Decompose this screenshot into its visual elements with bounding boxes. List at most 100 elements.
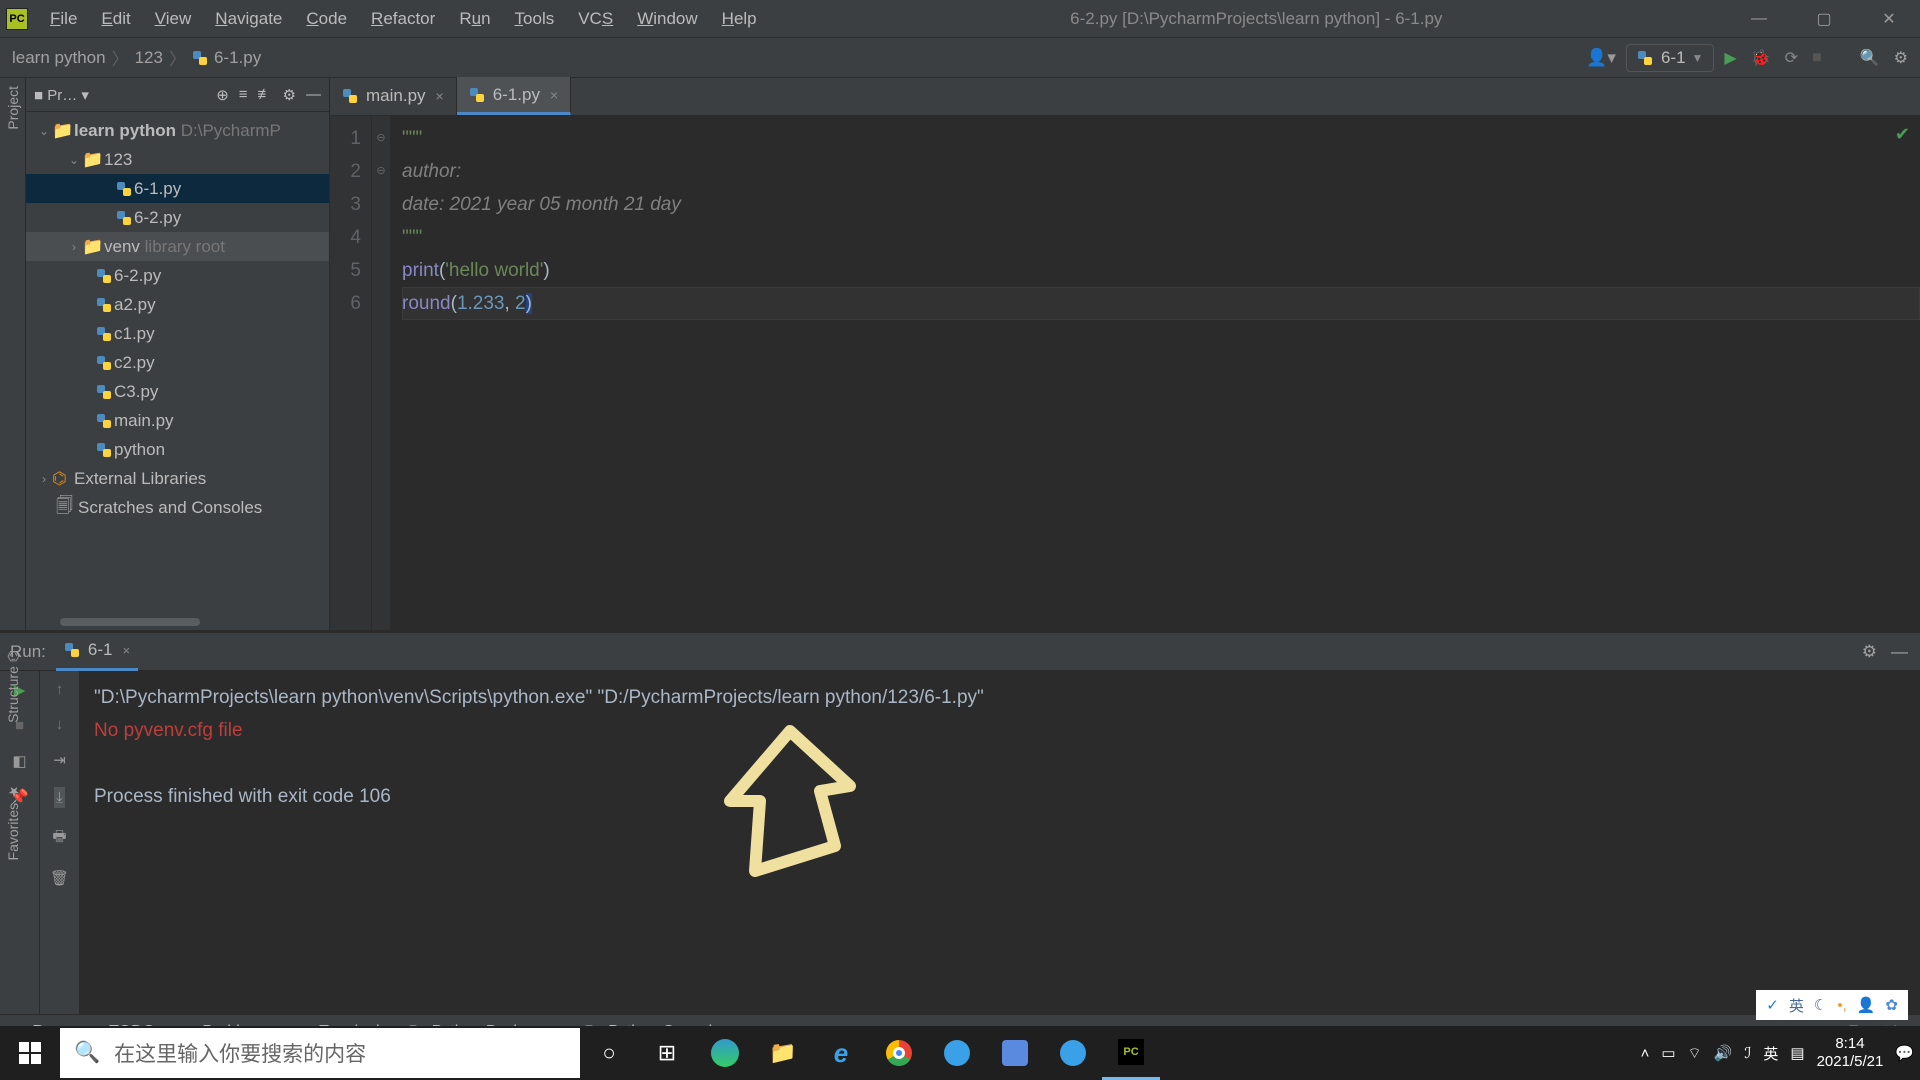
panel-settings-icon[interactable]: ⚙: [283, 86, 296, 104]
code-content[interactable]: """ author: date: 2021 year 05 month 21 …: [390, 116, 1920, 630]
ime-lang[interactable]: 英: [1789, 995, 1804, 1016]
tab-6-1-py[interactable]: 6-1.py×: [457, 77, 571, 115]
tree-file-6-1[interactable]: 6-1.py: [26, 174, 329, 203]
tree-project-root[interactable]: ⌄📁learn python D:\PycharmP: [26, 116, 329, 145]
project-tree[interactable]: ⌄📁learn python D:\PycharmP ⌄📁123 6-1.py …: [26, 112, 329, 526]
run-config-selector[interactable]: 6-1 ▼: [1626, 44, 1714, 72]
taskbar-ie-icon[interactable]: e: [812, 1026, 870, 1080]
ime-dot-icon[interactable]: •,: [1837, 997, 1846, 1014]
menu-file[interactable]: File: [38, 5, 89, 33]
tray-clock[interactable]: 8:14 2021/5/21: [1817, 1035, 1884, 1071]
tree-external-libs[interactable]: ›⌬External Libraries: [26, 464, 329, 493]
scroll-end-icon[interactable]: ⤓: [54, 787, 65, 808]
structure-tool-button[interactable]: Structure ⌬: [5, 650, 21, 723]
expand-icon[interactable]: ≡: [239, 86, 248, 104]
locate-icon[interactable]: ⊕: [216, 86, 229, 104]
menu-window[interactable]: Window: [625, 5, 709, 33]
tray-volume-icon[interactable]: 🔊: [1714, 1044, 1733, 1062]
crumb-file[interactable]: 6-1.py: [214, 48, 261, 68]
tree-file[interactable]: c2.py: [26, 348, 329, 377]
taskbar-pycharm-icon[interactable]: PC: [1102, 1026, 1160, 1080]
taskbar-taskview-icon[interactable]: ⊞: [638, 1026, 696, 1080]
tree-file[interactable]: main.py: [26, 406, 329, 435]
taskbar-app3-icon[interactable]: [1044, 1026, 1102, 1080]
close-tab-icon[interactable]: ×: [550, 87, 558, 103]
trash-icon[interactable]: 🗑: [50, 869, 69, 887]
tray-action-center-icon[interactable]: 💬: [1895, 1044, 1914, 1062]
tree-file[interactable]: c1.py: [26, 319, 329, 348]
taskbar-cortana-icon[interactable]: ○: [580, 1026, 638, 1080]
line-number-gutter: 123456: [330, 116, 372, 630]
tray-lang[interactable]: 英: [1763, 1043, 1778, 1064]
run-tab-6-1[interactable]: 6-1×: [56, 633, 138, 671]
debug-icon[interactable]: 🐞: [1751, 48, 1771, 68]
print-icon[interactable]: 🖶: [52, 826, 66, 851]
search-icon[interactable]: 🔍: [1860, 48, 1880, 68]
crumb-folder[interactable]: 123: [135, 48, 163, 68]
maximize-button[interactable]: ▢: [1809, 7, 1839, 31]
taskbar-app1-icon[interactable]: [928, 1026, 986, 1080]
tree-scratches[interactable]: 🗐Scratches and Consoles: [26, 493, 329, 522]
tree-folder-123[interactable]: ⌄📁123: [26, 145, 329, 174]
ime-check-icon[interactable]: ✓: [1766, 996, 1779, 1014]
code-editor[interactable]: 123456 ⊖⊖ """ author: date: 2021 year 05…: [330, 116, 1920, 630]
tray-ime-icon[interactable]: ℐ: [1744, 1044, 1751, 1062]
project-h-scrollbar[interactable]: [60, 618, 325, 626]
breadcrumb[interactable]: learn python 〉 123 〉 6-1.py: [12, 45, 261, 70]
ime-moon-icon[interactable]: ☾: [1814, 996, 1827, 1014]
tree-file[interactable]: 6-2.py: [26, 261, 329, 290]
down-stack-icon[interactable]: ↓: [56, 716, 64, 733]
hide-panel-icon[interactable]: —: [306, 86, 321, 104]
tree-file[interactable]: a2.py: [26, 290, 329, 319]
up-stack-icon[interactable]: ↑: [56, 681, 64, 698]
tray-battery-icon[interactable]: ▭: [1661, 1044, 1675, 1062]
close-button[interactable]: ✕: [1874, 7, 1904, 31]
taskbar-chrome-icon[interactable]: [870, 1026, 928, 1080]
tree-file[interactable]: python: [26, 435, 329, 464]
ime-user-icon[interactable]: 👤: [1857, 996, 1876, 1014]
menu-navigate[interactable]: Navigate: [203, 5, 294, 33]
taskbar-search[interactable]: 🔍 在这里输入你要搜索的内容: [60, 1028, 580, 1078]
run-icon[interactable]: ▶: [1724, 48, 1736, 68]
start-button[interactable]: [0, 1026, 60, 1080]
tray-chevron-icon[interactable]: ˄: [1641, 1045, 1650, 1062]
run-settings-icon[interactable]: ⚙: [1862, 642, 1877, 662]
taskbar-explorer-icon[interactable]: 📁: [754, 1026, 812, 1080]
main-menu: File Edit View Navigate Code Refactor Ru…: [38, 5, 769, 33]
crumb-project[interactable]: learn python: [12, 48, 106, 68]
tree-venv[interactable]: ›📁venv library root: [26, 232, 329, 261]
project-tool-button[interactable]: Project: [5, 86, 21, 130]
menu-tools[interactable]: Tools: [503, 5, 567, 33]
ime-toolbar[interactable]: ✓ 英 ☾ •, 👤 ✿: [1756, 990, 1908, 1020]
menu-view[interactable]: View: [143, 5, 204, 33]
hide-run-icon[interactable]: —: [1891, 642, 1908, 662]
run-coverage-icon[interactable]: ⟳: [1785, 48, 1798, 68]
menu-vcs[interactable]: VCS: [566, 5, 625, 33]
tree-file[interactable]: C3.py: [26, 377, 329, 406]
menu-help[interactable]: Help: [710, 5, 769, 33]
console-output[interactable]: "D:\PycharmProjects\learn python\venv\Sc…: [80, 671, 1920, 1014]
settings-icon[interactable]: ⚙: [1894, 48, 1908, 68]
close-run-tab-icon[interactable]: ×: [123, 643, 131, 658]
close-tab-icon[interactable]: ×: [436, 88, 444, 104]
taskbar-app2-icon[interactable]: [986, 1026, 1044, 1080]
tree-file-6-2[interactable]: 6-2.py: [26, 203, 329, 232]
project-view-selector[interactable]: ■ Pr… ▾: [34, 86, 89, 104]
menu-code[interactable]: Code: [294, 5, 359, 33]
favorites-tool-button[interactable]: Favorites ★: [5, 783, 21, 860]
stop-icon[interactable]: ■: [1812, 49, 1822, 67]
collapse-icon[interactable]: ≢: [258, 86, 273, 104]
taskbar-edge-icon[interactable]: [696, 1026, 754, 1080]
soft-wrap-icon[interactable]: ⇥: [53, 751, 66, 769]
tray-notifications-icon[interactable]: ▤: [1790, 1044, 1804, 1062]
inspection-ok-icon[interactable]: ✔: [1895, 124, 1910, 145]
tab-main-py[interactable]: main.py×: [330, 77, 457, 115]
fold-gutter[interactable]: ⊖⊖: [372, 116, 390, 630]
menu-refactor[interactable]: Refactor: [359, 5, 447, 33]
add-user-icon[interactable]: 👤▾: [1586, 48, 1616, 68]
menu-edit[interactable]: Edit: [89, 5, 142, 33]
tray-wifi-icon[interactable]: ⌔: [1688, 1044, 1702, 1063]
menu-run[interactable]: Run: [447, 5, 502, 33]
minimize-button[interactable]: —: [1744, 7, 1774, 31]
ime-gear-icon[interactable]: ✿: [1885, 996, 1898, 1014]
